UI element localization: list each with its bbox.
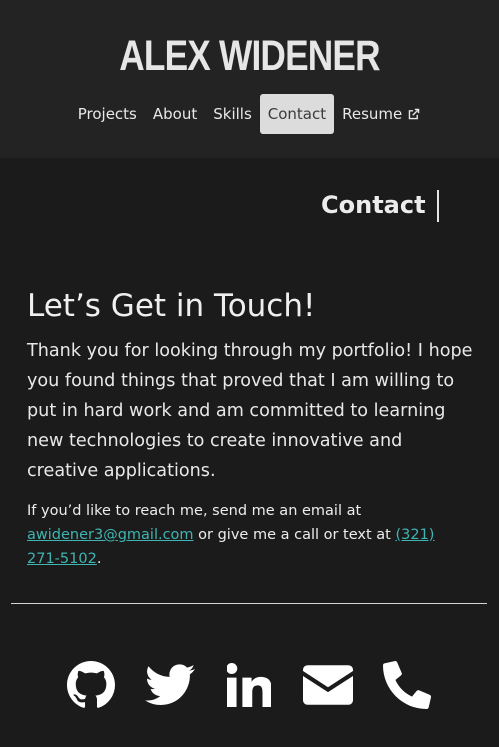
email-link-icon[interactable] [303,660,353,710]
contact-middle: or give me a call or text at [198,527,391,543]
nav-item-contact[interactable]: Contact [259,94,335,134]
nav-item-projects[interactable]: Projects [70,94,145,134]
twitter-icon [145,664,195,705]
envelope-icon [303,665,353,705]
email-link[interactable]: awidener3@gmail.com [27,527,194,543]
contact-suffix: . [96,551,102,567]
nav-item-resume[interactable]: Resume [334,94,429,134]
main-nav: Projects About Skills Contact Resume [0,94,499,134]
linkedin-link[interactable] [224,660,274,710]
github-link[interactable] [66,660,116,710]
section-title: Contact [321,191,426,219]
site-brand[interactable]: ALEX WIDENER [45,34,454,78]
phone-link-icon[interactable] [382,660,432,710]
nav-item-skills[interactable]: Skills [205,94,260,134]
github-icon [67,661,115,708]
contact-lead: Thank you for looking through my portfol… [27,341,473,481]
contact-section: Contact Let’s Get in Touch! Thank you fo… [0,158,499,747]
social-links [66,658,432,712]
external-link-icon [409,108,420,120]
contact-heading: Let’s Get in Touch! [27,288,316,324]
contact-prefix: If you’d like to reach me, send me an em… [27,503,362,519]
contact-details: If you’d like to reach me, send me an em… [27,499,467,571]
twitter-link[interactable] [145,660,195,710]
section-title-bar [437,190,439,222]
divider [11,603,487,604]
site-header: ALEX WIDENER Projects About Skills Conta… [0,0,499,158]
nav-item-resume-label: Resume [342,105,403,123]
linkedin-icon [227,663,271,707]
nav-item-about[interactable]: About [145,94,205,134]
phone-icon [383,661,431,709]
